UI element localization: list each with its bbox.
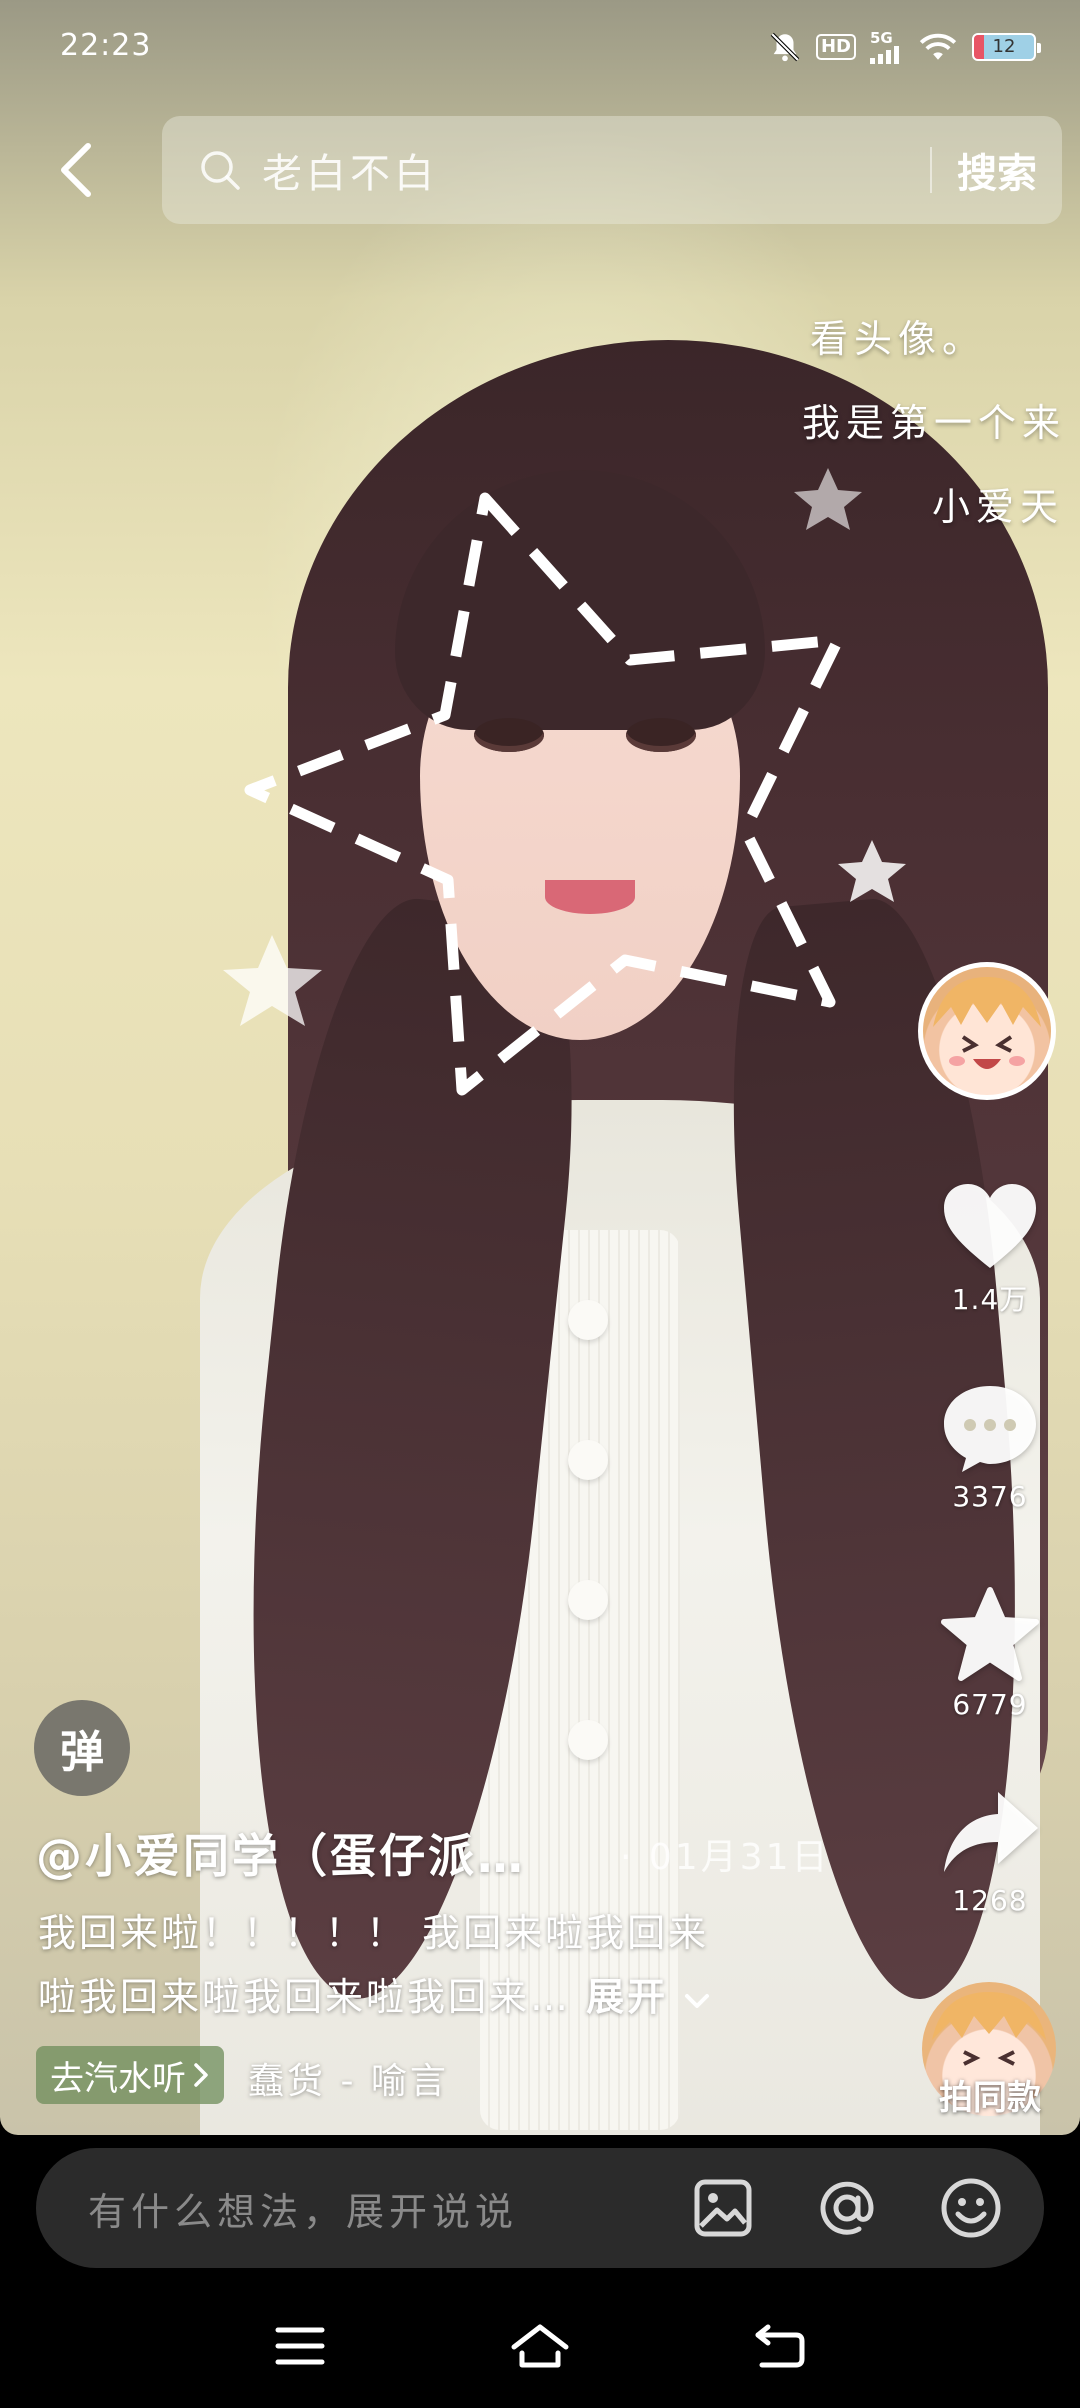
- music-tag-label: 去汽水听: [50, 2058, 186, 2099]
- back-nav-button[interactable]: [740, 2306, 820, 2386]
- caption-line: 我回来啦！！！！！ 我回来啦我回来: [38, 1911, 710, 1955]
- same-style-button[interactable]: 拍同款: [920, 1982, 1060, 2132]
- hd-badge: HD: [815, 34, 856, 60]
- like-count: 1.4万: [951, 1283, 1029, 1316]
- like-button[interactable]: 1.4万: [920, 1180, 1060, 1318]
- status-time: 22:23: [60, 28, 152, 63]
- music-tag-button[interactable]: 去汽水听: [36, 2046, 224, 2104]
- share-arrow-icon: [944, 1792, 1038, 1872]
- caption-line: 啦我回来啦我回来啦我回来… 展开: [38, 1966, 710, 2021]
- danmaku-toggle-button[interactable]: 弹: [34, 1700, 130, 1796]
- battery-icon: 12: [972, 33, 1041, 61]
- expand-label: 展开: [586, 1975, 669, 2019]
- system-nav-bar: [0, 2282, 1080, 2408]
- comment-button[interactable]: 3376: [920, 1380, 1060, 1513]
- wifi-icon: [919, 33, 957, 60]
- overlay-text-line: 我是第一个来: [802, 401, 1067, 445]
- search-icon: [201, 151, 240, 190]
- home-icon: [511, 2324, 569, 2368]
- overlay-text-line: 看头像。: [810, 317, 987, 361]
- comment-bubble-icon: [944, 1386, 1036, 1472]
- chevron-down-icon: [685, 1994, 710, 2008]
- favorite-button[interactable]: 6779: [920, 1586, 1060, 1721]
- search-input[interactable]: 老白不白: [262, 141, 930, 199]
- emoji-button[interactable]: [938, 2175, 1004, 2241]
- comment-count: 3376: [952, 1480, 1028, 1513]
- post-date: · 01月31日: [620, 1837, 831, 1878]
- share-count: 1268: [952, 1884, 1028, 1917]
- favorite-count: 6779: [952, 1688, 1028, 1721]
- comment-bar: 有什么想法，展开说说: [36, 2148, 1044, 2268]
- status-bar: 22:23 HD 5G 12: [0, 0, 1080, 100]
- back-button[interactable]: [48, 130, 104, 210]
- image-icon: [694, 2179, 752, 2237]
- image-picker-button[interactable]: [690, 2175, 756, 2241]
- caption-text: 啦我回来啦我回来啦我回来…: [38, 1975, 572, 2019]
- mute-bell-icon: [770, 32, 800, 62]
- return-icon: [755, 2324, 805, 2368]
- share-button[interactable]: 1268: [920, 1788, 1060, 1917]
- heart-icon: [944, 1184, 1036, 1268]
- back-arrow-icon: [61, 143, 91, 197]
- mention-button[interactable]: [814, 2175, 880, 2241]
- at-sign-icon: [820, 2181, 874, 2235]
- music-name[interactable]: 蠢货 - 喻言: [248, 2052, 449, 2104]
- home-nav-button[interactable]: [500, 2306, 580, 2386]
- smiley-icon: [941, 2178, 1001, 2238]
- anime-avatar-icon: [933, 977, 1041, 1069]
- cellular-signal-icon: 5G: [870, 28, 904, 64]
- same-style-label: 拍同款: [939, 2078, 1041, 2118]
- author-avatar[interactable]: [918, 962, 1056, 1100]
- battery-level: 12: [992, 36, 1016, 57]
- expand-caption-button[interactable]: 展开: [586, 1975, 710, 2019]
- chevron-right-icon: [194, 2063, 208, 2087]
- menu-nav-button[interactable]: [260, 2306, 340, 2386]
- search-button[interactable]: 搜索: [932, 141, 1062, 199]
- network-type: 5G: [870, 28, 893, 47]
- screen: 22:23 HD 5G 12 老白不白 搜索 看头像。 我是第一个来 小爱天 1…: [0, 0, 1080, 2408]
- comment-input[interactable]: 有什么想法，展开说说: [88, 2181, 690, 2236]
- menu-icon: [275, 2327, 325, 2365]
- search-bar[interactable]: 老白不白 搜索: [162, 116, 1062, 224]
- signal-bars-icon: [870, 45, 899, 64]
- author-name[interactable]: @小爱同学（蛋仔派…: [36, 1820, 526, 1886]
- status-icons: HD 5G 12: [768, 28, 1041, 64]
- star-icon: [941, 1587, 1039, 1681]
- overlay-text-line: 小爱天: [932, 485, 1065, 529]
- danmaku-label: 弹: [60, 1727, 104, 1778]
